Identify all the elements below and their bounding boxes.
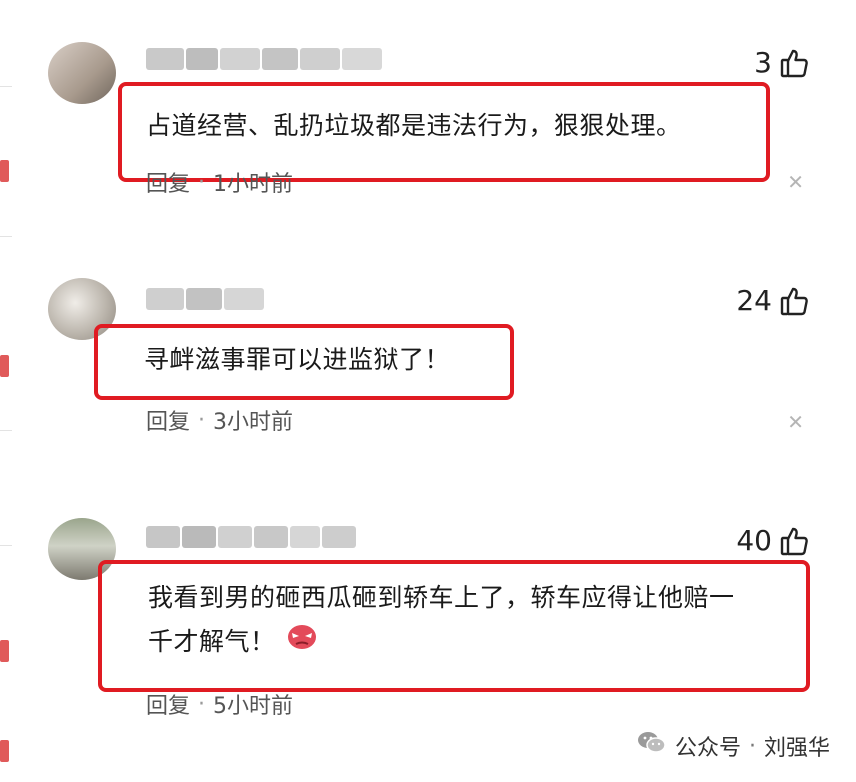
meta-dot: · xyxy=(198,691,206,717)
comment-text-block: 我看到男的砸西瓜砸到轿车上了，轿车应得让他赔一 千才解气！ xyxy=(102,564,806,665)
close-icon[interactable]: ✕ xyxy=(787,170,804,194)
like-count[interactable]: 3 xyxy=(754,46,808,79)
username-blurred[interactable] xyxy=(146,48,386,70)
close-icon[interactable]: ✕ xyxy=(787,410,804,434)
strip-hot-badge xyxy=(0,160,9,182)
thumbs-up-icon[interactable] xyxy=(780,526,808,556)
highlighted-comment-box: 我看到男的砸西瓜砸到轿车上了，轿车应得让他赔一 千才解气！ xyxy=(98,560,810,692)
username-blurred[interactable] xyxy=(146,288,266,310)
strip-divider xyxy=(0,545,12,546)
thumbs-up-icon[interactable] xyxy=(780,286,808,316)
wechat-watermark: 公众号 · 刘强华 xyxy=(637,730,830,762)
like-count-value: 3 xyxy=(754,46,772,79)
like-count-value: 24 xyxy=(736,284,772,317)
wechat-icon xyxy=(637,730,667,762)
comment-text-line1: 我看到男的砸西瓜砸到轿车上了，轿车应得让他赔一 xyxy=(148,583,735,612)
reply-button[interactable]: 回复 xyxy=(146,166,190,198)
like-count-value: 40 xyxy=(736,524,772,557)
watermark-separator: · xyxy=(748,733,756,759)
comment-meta: 回复 · 5小时前 xyxy=(146,688,293,720)
thumbs-up-icon[interactable] xyxy=(780,48,808,78)
like-count[interactable]: 24 xyxy=(736,284,808,317)
reply-button[interactable]: 回复 xyxy=(146,688,190,720)
comment-time: 3小时前 xyxy=(213,410,294,435)
comment-text-line2-text: 千才解气！ xyxy=(148,627,276,656)
username-blurred[interactable] xyxy=(146,526,358,548)
meta-dot: · xyxy=(198,407,206,433)
comment-text: 占道经营、乱扔垃圾都是违法行为，狠狠处理。 xyxy=(146,111,682,140)
avatar[interactable] xyxy=(48,42,116,104)
highlighted-comment-box: 寻衅滋事罪可以进监狱了！ xyxy=(94,324,514,400)
left-edge-strip xyxy=(0,0,12,782)
strip-hot-badge xyxy=(0,640,9,662)
watermark-author: 刘强华 xyxy=(763,736,830,761)
strip-hot-badge xyxy=(0,355,9,377)
strip-hot-badge xyxy=(0,740,9,762)
strip-divider xyxy=(0,236,12,237)
comment-text: 寻衅滋事罪可以进监狱了！ xyxy=(144,345,451,374)
comment-meta: 回复 · 1小时前 xyxy=(146,166,293,198)
comment-meta: 回复 · 3小时前 xyxy=(146,404,293,436)
angry-face-icon xyxy=(286,621,318,665)
comment-text-line2: 千才解气！ xyxy=(148,620,806,665)
strip-divider xyxy=(0,86,12,87)
like-count[interactable]: 40 xyxy=(736,524,808,557)
strip-divider xyxy=(0,430,12,431)
comment-time: 1小时前 xyxy=(213,172,294,197)
meta-dot: · xyxy=(198,169,206,195)
reply-button[interactable]: 回复 xyxy=(146,404,190,436)
comment-time: 5小时前 xyxy=(213,694,294,719)
watermark-source: 公众号 xyxy=(674,736,741,761)
